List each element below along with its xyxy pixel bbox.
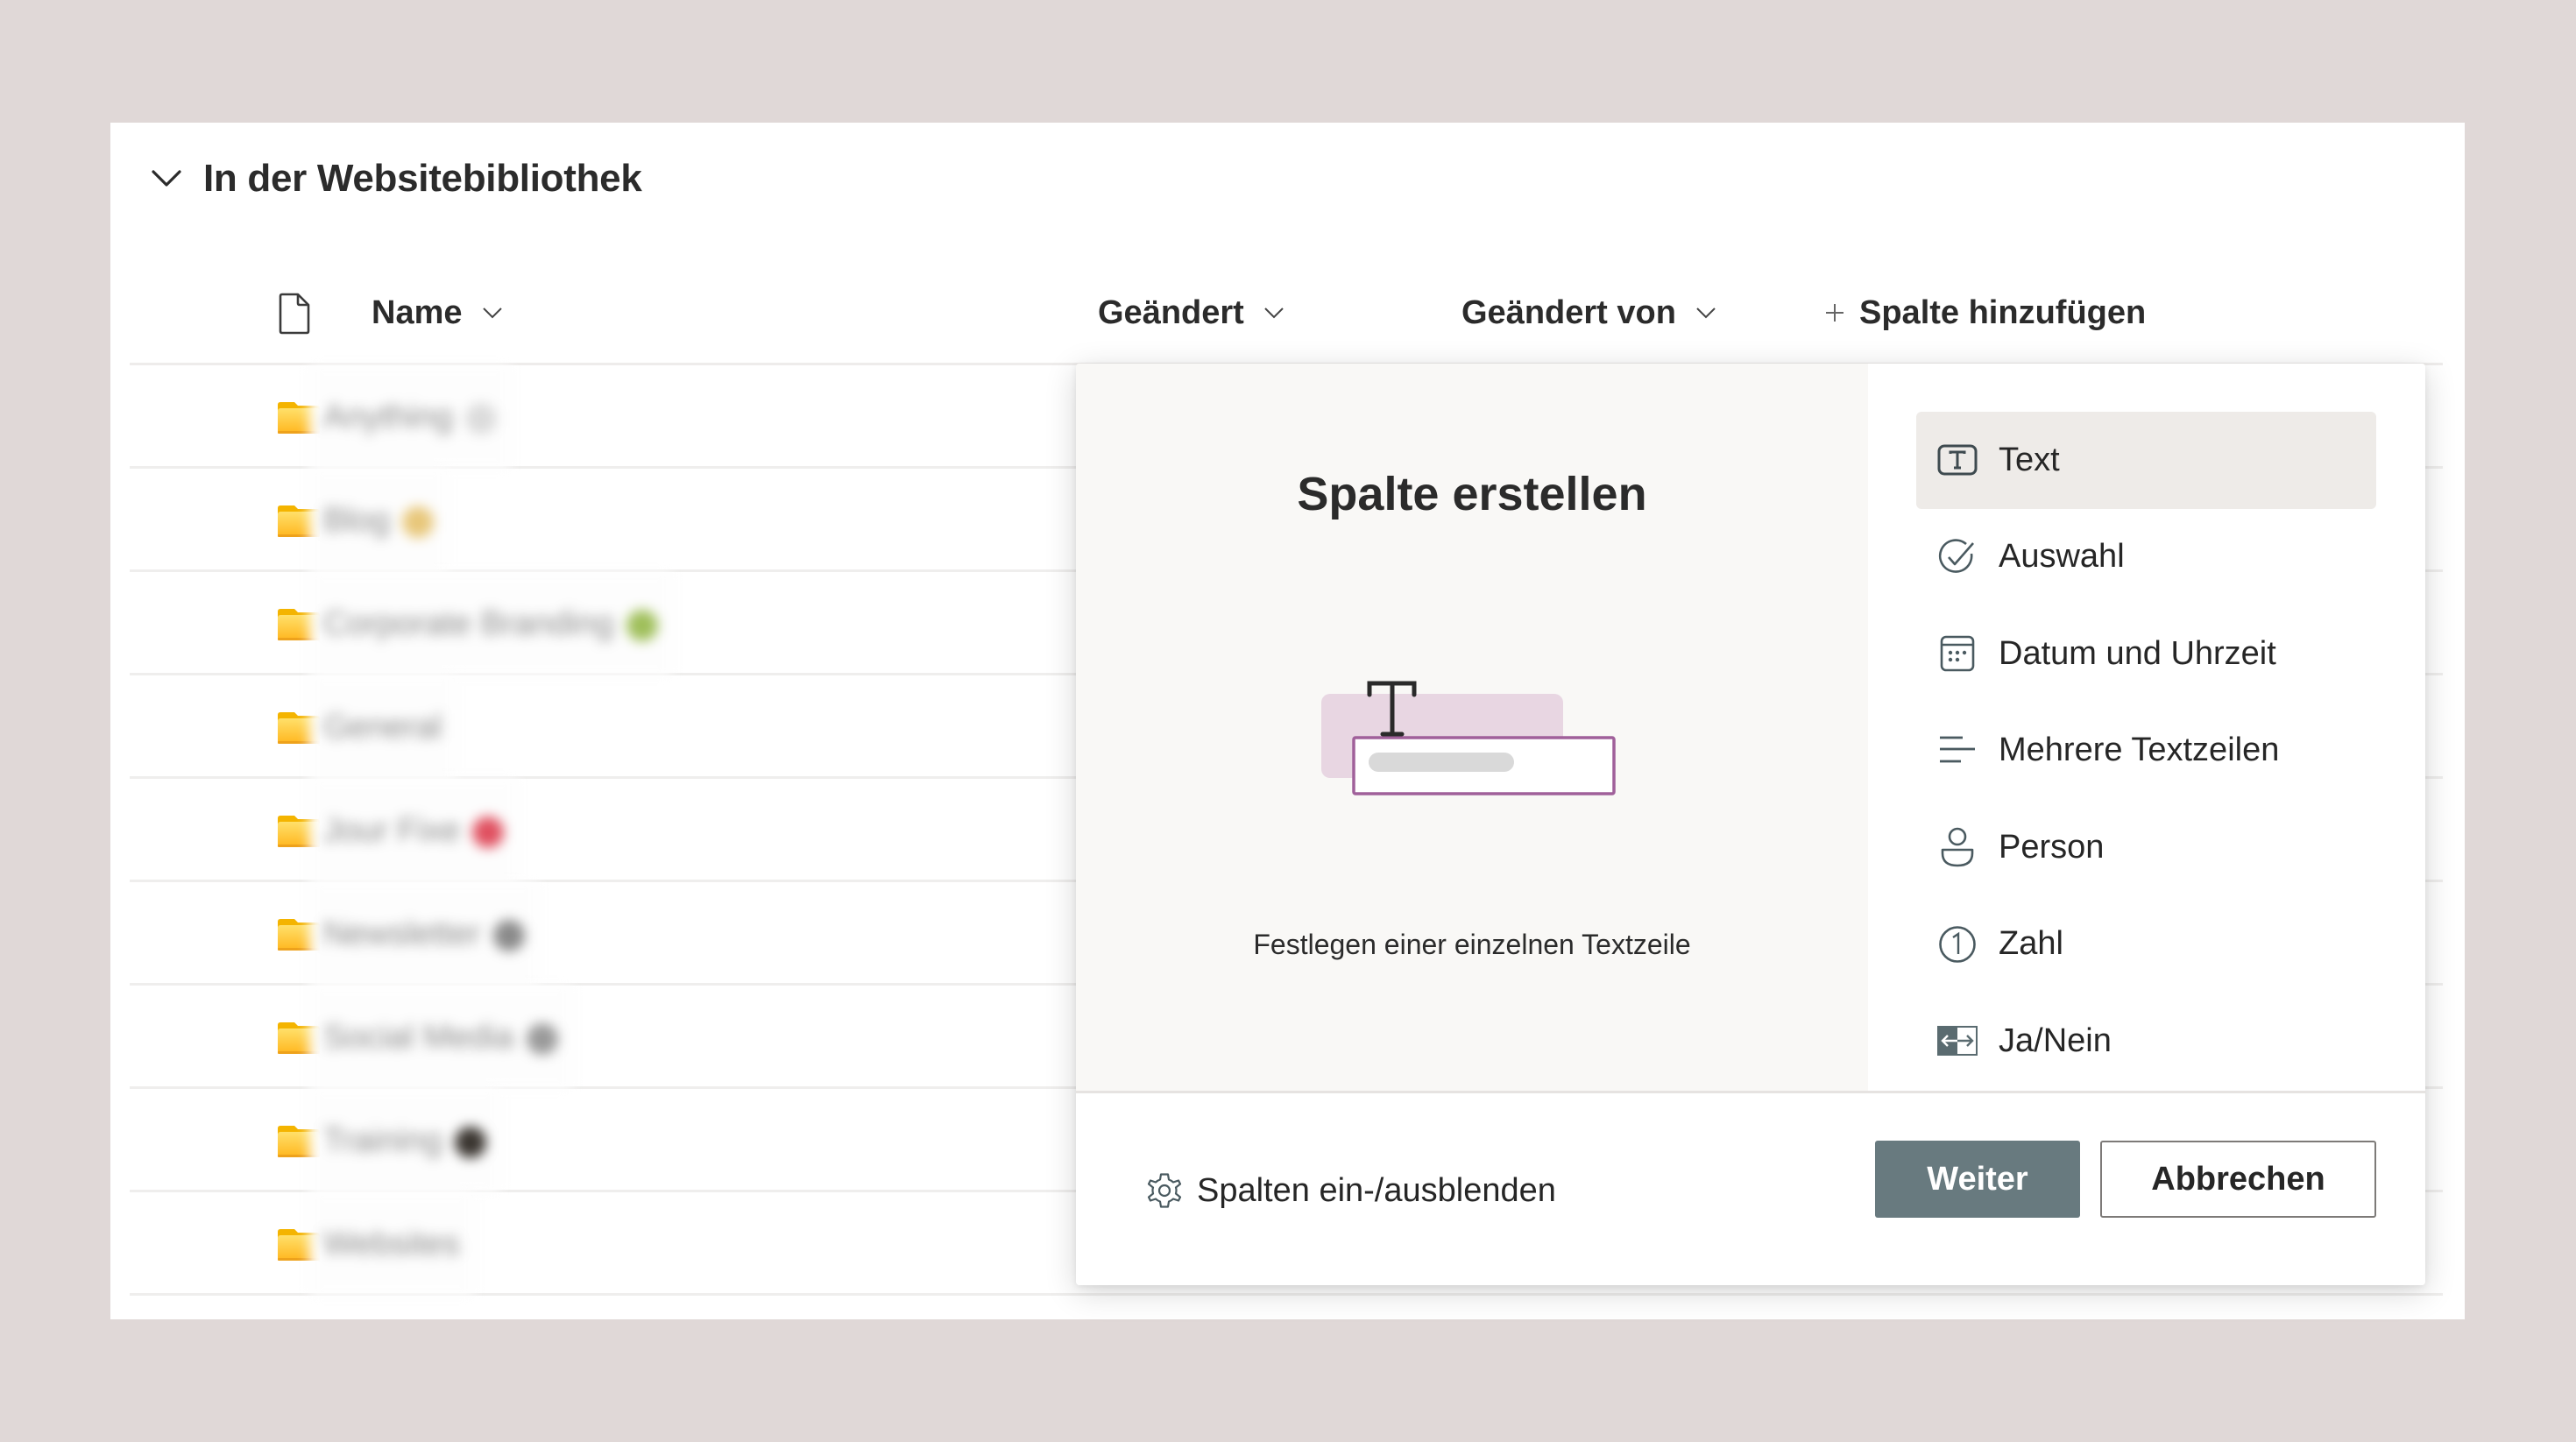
chevron-down-icon[interactable]: [1695, 307, 1716, 319]
cancel-button[interactable]: Abbrechen: [2100, 1141, 2376, 1218]
chevron-down-icon[interactable]: [149, 161, 184, 196]
dialog-footer: Spalten ein-/ausblenden Weiter Abbrechen: [1076, 1093, 2425, 1285]
column-type-option[interactable]: Mehrere Textzeilen: [1916, 703, 2376, 800]
column-header-modified-by[interactable]: Geändert von: [1461, 285, 1716, 341]
toggle-columns-link[interactable]: Spalten ein-/ausblenden: [1144, 1170, 1556, 1211]
column-type-option[interactable]: Text: [1916, 412, 2376, 509]
emoji-icon: [626, 609, 658, 641]
column-type-option[interactable]: Person: [1916, 799, 2376, 896]
row-name[interactable]: Newsletter: [309, 882, 539, 986]
illustration-placeholder-bar: [1369, 753, 1514, 772]
create-column-dialog: Spalte erstellen Festlegen einer einzeln…: [1076, 364, 2425, 1285]
column-type-option[interactable]: Zahl: [1916, 896, 2376, 993]
column-type-option[interactable]: Auswahl: [1916, 509, 2376, 606]
calendar-icon: [1937, 633, 1978, 674]
multiline-text-icon: [1937, 731, 1978, 771]
dialog-title: Spalte erstellen: [1297, 468, 1647, 520]
yes-no-toggle-icon: [1937, 1021, 1978, 1061]
check-circle-icon: [1937, 537, 1978, 577]
column-header-modified[interactable]: Geändert: [1098, 285, 1284, 341]
row-name[interactable]: Social Media: [309, 986, 572, 1089]
chevron-down-icon[interactable]: [1263, 307, 1284, 319]
column-header-modified-by-label: Geändert von: [1461, 293, 1676, 331]
column-type-label: Mehrere Textzeilen: [1999, 732, 2280, 769]
column-header-modified-label: Geändert: [1098, 293, 1244, 331]
column-type-label: Person: [1999, 828, 2105, 866]
section-title: In der Websitebibliothek: [203, 157, 642, 200]
row-name-text: General: [323, 709, 442, 746]
plus-icon: [1824, 302, 1845, 323]
row-name[interactable]: Jour Fixe: [309, 779, 519, 882]
add-column-button[interactable]: Spalte hinzufügen: [1824, 285, 2146, 341]
document-icon: [277, 293, 312, 335]
row-name-text: Newsletter: [323, 915, 481, 952]
emoji-icon: [526, 1022, 558, 1055]
column-header-name[interactable]: Name: [372, 285, 503, 341]
column-type-label: Ja/Nein: [1999, 1021, 2112, 1059]
column-type-option[interactable]: Ja/Nein: [1916, 993, 2376, 1090]
row-name[interactable]: Blog: [309, 469, 449, 572]
row-name-text: Jour Fixe: [323, 812, 461, 849]
column-type-label: Text: [1999, 441, 2060, 478]
column-type-list-pane: Text Auswahl Datum und Uhrzeit Mehrere Text…: [1868, 364, 2425, 1091]
number-circle-icon: [1937, 924, 1978, 965]
column-header-name-label: Name: [372, 293, 463, 331]
row-name-text: Websites: [323, 1226, 460, 1262]
column-type-option[interactable]: Datum und Uhrzeit: [1916, 605, 2376, 703]
row-name-text: Anything: [323, 399, 453, 435]
column-type-list: Text Auswahl Datum und Uhrzeit Mehrere Text…: [1916, 412, 2376, 1090]
toggle-columns-label: Spalten ein-/ausblenden: [1197, 1171, 1556, 1209]
row-name-text: Social Media: [323, 1019, 514, 1056]
emoji-icon: [492, 919, 525, 951]
emoji-icon: [464, 402, 497, 435]
row-name-text: Training: [323, 1122, 442, 1159]
gear-icon: [1144, 1170, 1185, 1211]
text-box-icon: [1937, 440, 1978, 480]
add-column-label: Spalte hinzufügen: [1859, 293, 2147, 331]
library-panel: In der Websitebibliothek Name Geändert G…: [110, 123, 2465, 1319]
row-name[interactable]: General: [309, 675, 456, 779]
row-name[interactable]: Training: [309, 1089, 500, 1192]
section-header[interactable]: In der Websitebibliothek: [149, 144, 642, 214]
next-button[interactable]: Weiter: [1875, 1141, 2080, 1218]
row-name-text: Corporate Branding: [323, 605, 614, 642]
column-type-label: Auswahl: [1999, 538, 2125, 576]
person-icon: [1937, 827, 1978, 867]
emoji-icon: [402, 505, 435, 538]
emoji-icon: [472, 816, 505, 848]
chevron-down-icon[interactable]: [482, 307, 503, 319]
text-field-illustration: [1321, 666, 1637, 823]
emoji-icon: [454, 1126, 486, 1158]
row-name[interactable]: Websites: [309, 1192, 474, 1296]
row-name[interactable]: Anything: [309, 365, 511, 469]
column-type-label: Datum und Uhrzeit: [1999, 634, 2276, 672]
dialog-preview-pane: Spalte erstellen Festlegen einer einzeln…: [1076, 364, 1868, 1091]
column-type-label: Zahl: [1999, 925, 2063, 963]
row-name-text: Blog: [323, 502, 391, 539]
row-name[interactable]: Corporate Branding: [309, 572, 672, 675]
dialog-description: Festlegen einer einzelnen Textzeile: [1253, 929, 1691, 960]
